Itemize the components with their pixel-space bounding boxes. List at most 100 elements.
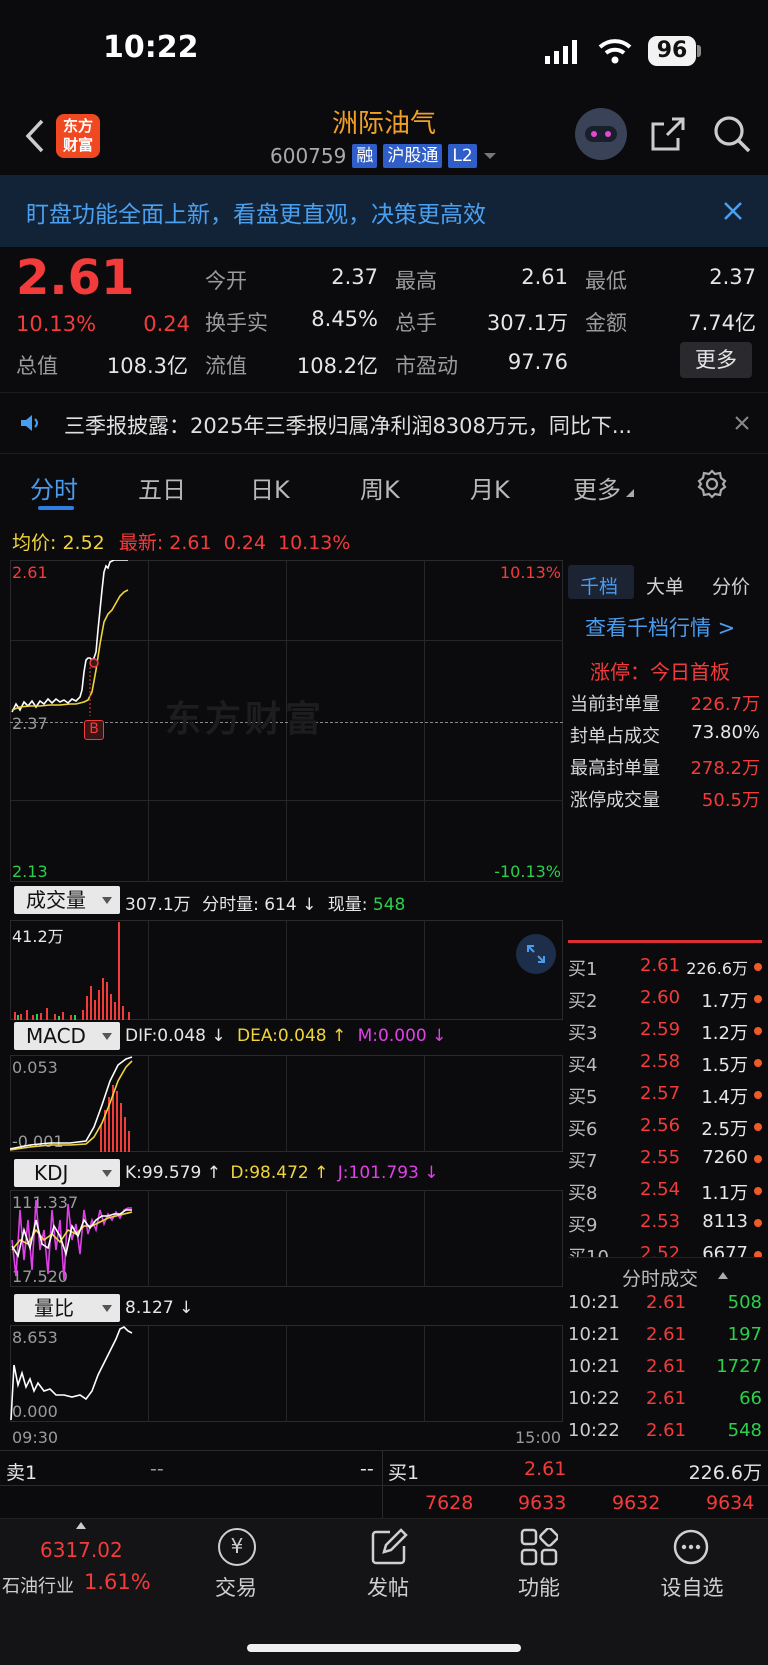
volume-indicator-select[interactable]: 成交量 (14, 886, 120, 914)
latest-change: 0.24 (223, 532, 266, 554)
trades-title: 分时成交 (622, 1268, 699, 1290)
kdj-k: K:99.579 ↑ (125, 1163, 222, 1183)
order-dot-icon (754, 1059, 762, 1067)
tab-monthly-k[interactable]: 月K (470, 470, 510, 505)
macd-dif: DIF:0.048 ↓ (125, 1026, 226, 1046)
bid-level-label: 买7 (568, 1151, 598, 1172)
nav-post[interactable]: 发帖 (348, 1572, 428, 1602)
market-cap-value: 108.3亿 (106, 354, 188, 378)
macd-chart (10, 1056, 133, 1152)
share-icon[interactable] (650, 116, 686, 152)
tab-five-day[interactable]: 五日 (138, 470, 186, 505)
trade-price: 2.61 (646, 1388, 687, 1409)
turnover-label: 换手实 (205, 311, 268, 335)
min-vol-value: 614 ↓ (264, 895, 317, 915)
bid-level-label: 买4 (568, 1055, 598, 1076)
nav-add-watchlist[interactable]: 设自选 (650, 1572, 734, 1602)
queue-item: 9633 (518, 1492, 567, 1514)
robot-avatar-icon[interactable] (575, 108, 627, 160)
search-icon[interactable] (712, 114, 752, 154)
bid-level-volume: 1.4万 (701, 1087, 748, 1108)
buy-marker[interactable]: B (84, 720, 104, 740)
order-dot-icon (754, 1219, 762, 1227)
nav-trade[interactable]: 交易 (196, 1572, 276, 1602)
bid-level-price: 2.55 (640, 1147, 681, 1168)
order-dot-icon (754, 1123, 762, 1131)
tag-l2: L2 (448, 144, 477, 168)
bid-row[interactable]: 买4 2.58 1.5万 (568, 1051, 764, 1079)
market-cap-label: 总值 (16, 354, 58, 378)
volume-indicator-name: 成交量 (26, 888, 86, 912)
bid-row[interactable]: 买1 2.61 226.6万 (568, 955, 764, 983)
order-dot-icon (754, 1187, 762, 1195)
high-label: 最高 (395, 269, 437, 293)
ratio-indicator-select[interactable]: 量比 (14, 1294, 120, 1322)
bid-row[interactable]: 买5 2.57 1.4万 (568, 1083, 764, 1111)
bid-level-volume: 2.5万 (701, 1119, 748, 1140)
kdj-name: KDJ (34, 1161, 69, 1185)
side-tab-depth[interactable]: 千档 (580, 572, 618, 599)
close-notice-icon[interactable] (734, 415, 750, 431)
tab-intraday[interactable]: 分时 (30, 470, 78, 505)
dropdown-icon (102, 1305, 112, 1312)
expand-icon (527, 945, 545, 963)
time-end-label: 15:00 (515, 1428, 562, 1447)
tab-active-indicator (38, 506, 74, 510)
ask-price: -- (150, 1458, 164, 1480)
tag-margin: 融 (352, 144, 378, 168)
status-time: 10:22 (103, 30, 199, 65)
nav-functions[interactable]: 功能 (499, 1572, 579, 1602)
close-icon[interactable] (723, 201, 743, 221)
price-summary: 均价: 2.52 最新: 2.61 0.24 10.13% (12, 528, 350, 555)
more-dots-icon[interactable] (672, 1528, 710, 1566)
stock-code-row[interactable]: 600759 融 沪股通 L2 (270, 144, 497, 168)
trade-icon[interactable]: ¥ (218, 1528, 256, 1566)
tab-weekly-k[interactable]: 周K (360, 470, 400, 505)
tab-more[interactable]: 更多 (573, 470, 621, 505)
side-tab-price-dist[interactable]: 分价 (712, 572, 750, 599)
depth-link[interactable]: 查看千档行情 > (585, 612, 735, 642)
float-cap-label: 流值 (205, 354, 247, 378)
post-edit-icon[interactable] (370, 1528, 408, 1566)
avg-line (11, 589, 129, 711)
change-amount: 0.24 (143, 312, 190, 336)
macd-indicator-select[interactable]: MACD (14, 1022, 120, 1050)
speaker-icon (21, 415, 38, 431)
bid-row[interactable]: 买2 2.60 1.7万 (568, 987, 764, 1015)
expand-button[interactable] (516, 934, 556, 974)
kdj-chart (11, 1199, 133, 1281)
signal-icon (545, 40, 577, 64)
settings-gear-icon[interactable] (697, 469, 727, 499)
bid-row[interactable]: 买3 2.59 1.2万 (568, 1019, 764, 1047)
industry-name[interactable]: 石油行业 (2, 1572, 74, 1598)
bid-level-price: 2.57 (640, 1083, 681, 1104)
bid-row[interactable]: 买7 2.55 7260 (568, 1147, 764, 1175)
bid-level-volume: 7260 (702, 1147, 748, 1168)
bid-level-label: 买1 (568, 959, 598, 980)
caret-up-icon (718, 1272, 728, 1279)
side-tab-big-order[interactable]: 大单 (646, 572, 684, 599)
bid-book[interactable]: 买1 2.61 226.6万 买2 2.60 1.7万 买3 2.59 1.2万 买4 2.58 1.… (568, 955, 764, 1257)
trade-time: 10:21 (568, 1324, 620, 1345)
bid-level-label: 买5 (568, 1087, 598, 1108)
trades-header[interactable]: 分时成交 (568, 1257, 764, 1293)
bid-row[interactable]: 买9 2.53 8113 (568, 1211, 764, 1239)
queue-item: 7628 (425, 1492, 474, 1514)
macd-dea: DEA:0.048 ↑ (237, 1026, 347, 1046)
latest-pct: 10.13% (277, 532, 351, 554)
bid-row[interactable]: 买10 2.52 6677 (568, 1243, 764, 1257)
functions-grid-icon[interactable] (520, 1528, 558, 1566)
bid-level-label: 买9 (568, 1215, 598, 1236)
min-vol-label: 分时量: (202, 895, 259, 915)
bid-row[interactable]: 买8 2.54 1.1万 (568, 1179, 764, 1207)
kdj-indicator-select[interactable]: KDJ (14, 1159, 120, 1187)
change-percent: 10.13% (16, 312, 97, 336)
more-button[interactable]: 更多 (680, 342, 752, 378)
bid-row[interactable]: 买6 2.56 2.5万 (568, 1115, 764, 1143)
pe-value: 97.76 (507, 350, 568, 374)
tab-daily-k[interactable]: 日K (250, 470, 290, 505)
bid-level-volume: 1.1万 (701, 1183, 748, 1204)
industry-index-value[interactable]: 6317.02 (40, 1538, 123, 1562)
queue-item: 9632 (612, 1492, 661, 1514)
trade-row: 10:22 2.61 548 (568, 1420, 764, 1448)
